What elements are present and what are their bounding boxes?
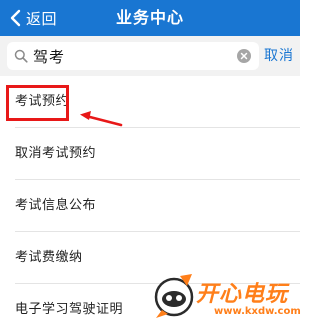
search-input[interactable]: 驾考 <box>7 42 259 70</box>
search-bar: 驾考 取消 <box>0 36 300 76</box>
nav-header: 返回 业务中心 <box>0 0 300 36</box>
list-item-label: 取消考试预约 <box>15 146 97 161</box>
pointer-arrow-icon <box>80 111 123 127</box>
cancel-button[interactable]: 取消 <box>264 42 296 70</box>
list-item-cancel-booking[interactable]: 取消考试预约 <box>0 128 300 180</box>
highlight-box <box>6 85 69 121</box>
search-icon <box>14 49 28 63</box>
watermark-logo-icon <box>154 274 194 318</box>
list-item-label: 考试信息公布 <box>15 198 97 213</box>
list-item-label: 考试费缴纳 <box>15 250 83 265</box>
watermark: 开心电玩 www.kxdw.com <box>150 270 301 326</box>
search-value: 驾考 <box>33 47 66 66</box>
list-item-label: 电子学习驾驶证明 <box>15 302 124 317</box>
chevron-left-icon <box>6 7 24 29</box>
back-label: 返回 <box>26 9 58 28</box>
watermark-url: www.kxdw.com <box>214 306 301 317</box>
back-button[interactable]: 返回 <box>6 7 57 29</box>
list-item-exam-info[interactable]: 考试信息公布 <box>0 180 300 232</box>
clear-icon[interactable] <box>237 49 251 63</box>
watermark-title: 开心电玩 <box>196 282 289 307</box>
